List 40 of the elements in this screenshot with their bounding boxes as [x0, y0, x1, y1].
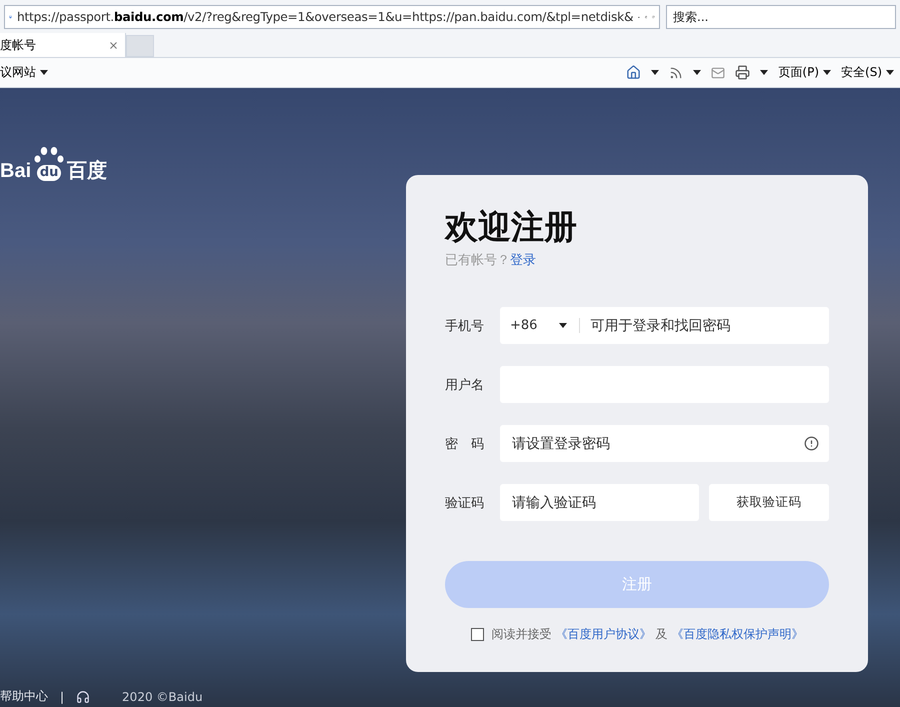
account-prompt: 已有帐号？	[445, 253, 510, 268]
help-center-link[interactable]: 帮助中心	[0, 688, 48, 705]
caret-icon	[40, 70, 48, 75]
agreement-checkbox[interactable]	[470, 628, 484, 641]
phone-field[interactable]: +86 可用于登录和找回密码	[500, 307, 829, 344]
country-code-dropdown[interactable]: +86	[510, 318, 580, 333]
caret-icon	[823, 70, 832, 75]
phone-input-field[interactable]: 可用于登录和找回密码	[588, 307, 819, 344]
field-label: 密 码	[445, 436, 485, 452]
command-menu[interactable]: 页面(P)	[778, 64, 832, 81]
copyright-text: 2020 ©Baidu	[122, 690, 203, 704]
agreement-joiner: 及	[656, 626, 668, 643]
close-icon[interactable]	[108, 40, 119, 50]
command-menu[interactable]: 安全(S)	[841, 64, 894, 81]
mail-icon[interactable]	[711, 66, 726, 80]
field-label: 用户名	[445, 376, 485, 394]
home-icon[interactable]	[626, 65, 642, 80]
get-code-button[interactable]: 获取验证码	[709, 484, 829, 521]
caret-icon	[693, 70, 702, 75]
caret-icon	[760, 70, 768, 75]
field-label: 验证码	[445, 494, 485, 512]
footer-separator: |	[60, 690, 64, 704]
print-icon[interactable]	[735, 65, 750, 80]
form-title: 欢迎注册	[445, 206, 578, 248]
caret-icon	[651, 70, 660, 75]
info-icon	[804, 436, 819, 451]
field-label: 手机号	[445, 318, 485, 334]
browser-tab[interactable]: 度帐号	[0, 33, 126, 57]
caret-icon	[559, 323, 568, 328]
caret-icon	[886, 70, 894, 75]
search-field[interactable]: 搜索...	[666, 5, 896, 29]
baidu-logo: Bai du 百度	[0, 146, 203, 184]
favorites-link[interactable]: 议网站	[0, 64, 48, 81]
privacy-policy-link[interactable]: 《百度隐私权保护声明》	[672, 626, 804, 643]
rss-feed-icon[interactable]	[669, 66, 684, 80]
user-agreement-link[interactable]: 《百度用户协议》	[556, 626, 652, 643]
login-link[interactable]: 登录	[510, 253, 536, 268]
headset-icon[interactable]	[76, 690, 90, 704]
agreement-text: 阅读并接受	[492, 626, 552, 643]
address-bar[interactable]: https://passport.baidu.com/v2/?reg&regType=1&overseas=1&u=https://pan.baidu.com/&tpl=netdisk&	[4, 5, 660, 29]
